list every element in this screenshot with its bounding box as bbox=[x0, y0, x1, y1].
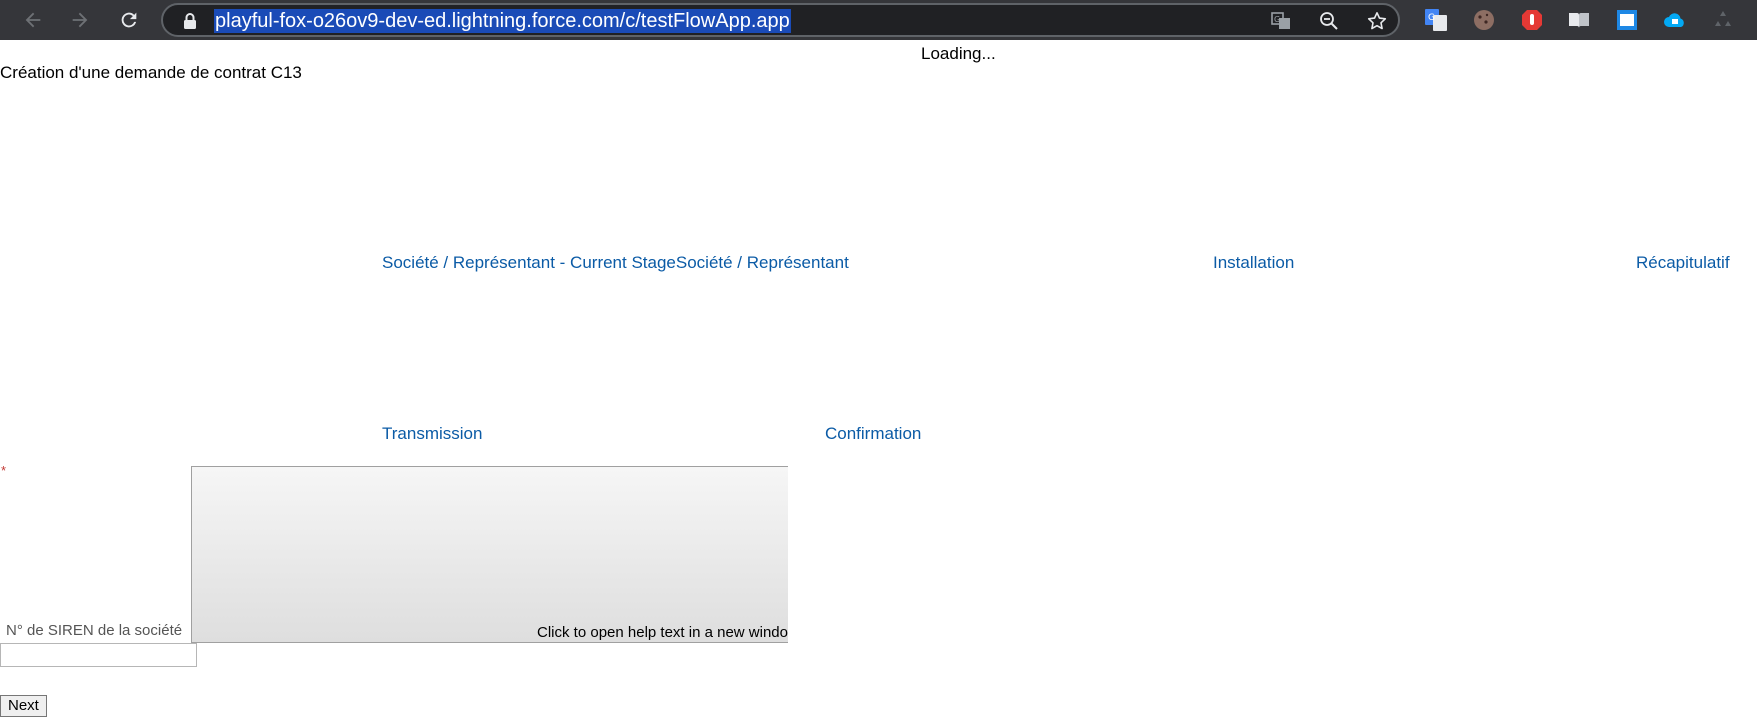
reader-book-icon bbox=[1569, 13, 1589, 28]
extension-reader[interactable] bbox=[1566, 7, 1592, 33]
page-title: Création d'une demande de contrat C13 bbox=[0, 63, 302, 82]
loading-indicator: Loading... bbox=[921, 44, 996, 63]
extension-google-translate[interactable]: G bbox=[1423, 7, 1449, 33]
next-button[interactable]: Next bbox=[0, 695, 47, 717]
translate-icon: G bbox=[1271, 12, 1290, 29]
reload-button[interactable] bbox=[113, 4, 145, 36]
address-bar[interactable]: playful-fox-o26ov9-dev-ed.lightning.forc… bbox=[161, 3, 1400, 37]
extension-adblock[interactable] bbox=[1519, 7, 1545, 33]
bookmark-button[interactable] bbox=[1366, 10, 1388, 32]
help-text-label: Click to open help text in a new windo bbox=[537, 624, 788, 641]
stage-transmission[interactable]: Transmission bbox=[382, 424, 482, 444]
stage-recapitulatif[interactable]: Récapitulatif bbox=[1636, 253, 1730, 273]
extension-cookie[interactable] bbox=[1471, 7, 1497, 33]
back-button[interactable] bbox=[17, 4, 49, 36]
url-text[interactable]: playful-fox-o26ov9-dev-ed.lightning.forc… bbox=[214, 9, 791, 33]
help-text-button[interactable]: Click to open help text in a new windo bbox=[191, 466, 788, 643]
cookie-icon bbox=[1474, 10, 1494, 30]
cloud-lock-icon bbox=[1664, 13, 1684, 27]
svg-text:G: G bbox=[1428, 13, 1435, 23]
translate-button[interactable]: G bbox=[1270, 10, 1292, 32]
browser-toolbar: playful-fox-o26ov9-dev-ed.lightning.forc… bbox=[0, 0, 1757, 40]
recycle-icon bbox=[1715, 11, 1731, 26]
google-translate-icon: G bbox=[1425, 9, 1447, 31]
reload-icon bbox=[121, 12, 137, 28]
forward-button[interactable] bbox=[64, 4, 96, 36]
adblock-hand-icon bbox=[1522, 10, 1542, 30]
extension-recycle[interactable] bbox=[1710, 7, 1736, 33]
arrow-left-icon bbox=[25, 12, 41, 28]
star-icon bbox=[1367, 12, 1387, 30]
required-marker: * bbox=[1, 463, 7, 478]
arrow-right-icon bbox=[72, 12, 88, 28]
lock-icon bbox=[184, 13, 196, 29]
siren-input[interactable] bbox=[0, 643, 197, 667]
extension-window[interactable] bbox=[1614, 7, 1640, 33]
zoom-button[interactable] bbox=[1318, 10, 1340, 32]
stage-confirmation[interactable]: Confirmation bbox=[825, 424, 921, 444]
siren-field-label: N° de SIREN de la société bbox=[6, 622, 183, 639]
window-frame-icon bbox=[1617, 10, 1637, 30]
stage-societe-representant[interactable]: Société / Représentant - Current StageSo… bbox=[382, 253, 849, 273]
zoom-out-icon bbox=[1320, 12, 1338, 30]
svg-text:G: G bbox=[1274, 15, 1280, 24]
extension-cloud[interactable] bbox=[1662, 7, 1688, 33]
stage-installation[interactable]: Installation bbox=[1213, 253, 1294, 273]
